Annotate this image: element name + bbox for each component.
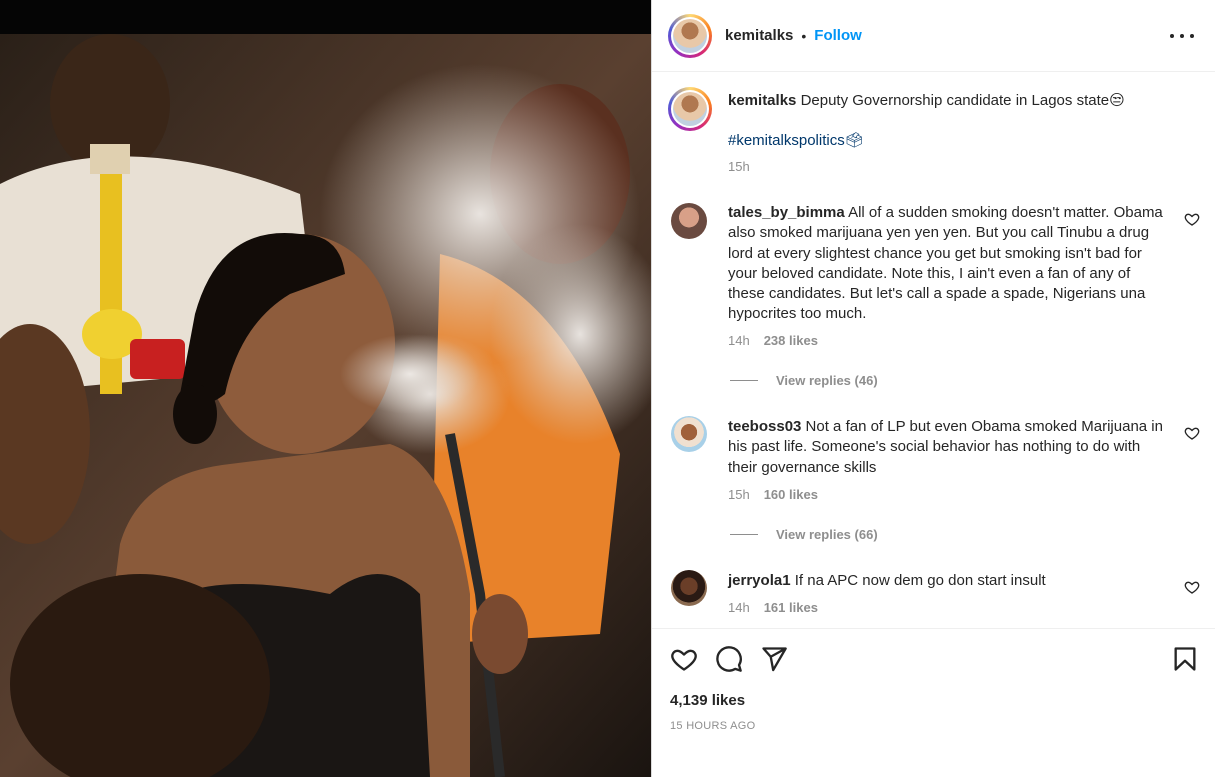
- comment-likes[interactable]: 238 likes: [764, 333, 818, 348]
- separator-dot: •: [801, 27, 807, 44]
- avatar-inner: [671, 17, 709, 55]
- post-header: kemitalks • Follow: [652, 0, 1215, 72]
- view-replies-button[interactable]: View replies (66): [730, 527, 878, 542]
- comment-time: 14h: [728, 600, 750, 615]
- comment-meta: 15h 160 likes: [728, 487, 818, 502]
- commenter-username[interactable]: jerryola1: [728, 572, 791, 589]
- caption-avatar[interactable]: [668, 87, 712, 131]
- comment-like-heart-icon[interactable]: [1184, 211, 1200, 227]
- commenter-avatar[interactable]: [671, 570, 707, 606]
- heart-icon[interactable]: [670, 645, 698, 673]
- comment-likes[interactable]: 160 likes: [764, 487, 818, 502]
- comment-like-heart-icon[interactable]: [1184, 579, 1200, 595]
- comment-icon[interactable]: [715, 645, 743, 673]
- likes-count[interactable]: 4,139 likes: [670, 692, 745, 709]
- post-actions: 4,139 likes 15 HOURS AGO: [652, 628, 1215, 777]
- post-details-panel: kemitalks • Follow kemitalks Deputy Gove…: [651, 0, 1215, 777]
- commenter-username[interactable]: tales_by_bimma: [728, 204, 845, 221]
- dot: [1170, 34, 1174, 38]
- avatar-image: [673, 92, 707, 126]
- view-replies-button[interactable]: View replies (46): [730, 373, 878, 388]
- post-photo: [0, 0, 651, 777]
- photo-top-strip: [0, 0, 651, 34]
- avatar-image: [673, 19, 707, 53]
- post-timestamp: 15 HOURS AGO: [670, 720, 756, 732]
- post-image: [0, 34, 651, 777]
- view-replies-label: View replies (46): [776, 373, 878, 388]
- caption-username[interactable]: kemitalks: [728, 92, 796, 109]
- commenter-avatar[interactable]: [671, 203, 707, 239]
- comment-meta: 14h 238 likes: [728, 333, 818, 348]
- comment-text: teeboss03 Not a fan of LP but even Obama…: [728, 417, 1168, 478]
- comment-likes[interactable]: 161 likes: [764, 600, 818, 615]
- comments-section[interactable]: kemitalks Deputy Governorship candidate …: [652, 73, 1215, 628]
- comment-text: jerryola1 If na APC now dem go don start…: [728, 571, 1168, 591]
- comment-body: All of a sudden smoking doesn't matter. …: [728, 204, 1163, 323]
- author-avatar[interactable]: [668, 14, 712, 58]
- caption-time: 15h: [728, 159, 750, 174]
- paper-plane-icon[interactable]: [760, 645, 788, 673]
- comment-text: tales_by_bimma All of a sudden smoking d…: [728, 203, 1168, 325]
- comment-body: If na APC now dem go don start insult: [794, 572, 1046, 589]
- header-user-row: kemitalks • Follow: [725, 27, 862, 44]
- follow-button[interactable]: Follow: [814, 27, 862, 44]
- more-options-icon[interactable]: [1170, 26, 1194, 46]
- comment-meta: 14h 161 likes: [728, 600, 818, 615]
- post-caption: kemitalks Deputy Governorship candidate …: [728, 91, 1168, 111]
- hashtag-link[interactable]: #kemitalkspolitics🗳: [728, 131, 864, 149]
- caption-text: Deputy Governorship candidate in Lagos s…: [800, 92, 1125, 109]
- view-replies-label: View replies (66): [776, 527, 878, 542]
- replies-line: [730, 380, 758, 381]
- comment-time: 14h: [728, 333, 750, 348]
- comment-time: 15h: [728, 487, 750, 502]
- dot: [1180, 34, 1184, 38]
- comment-like-heart-icon[interactable]: [1184, 425, 1200, 441]
- bookmark-icon[interactable]: [1171, 645, 1199, 673]
- avatar-inner: [671, 90, 709, 128]
- replies-line: [730, 534, 758, 535]
- commenter-avatar[interactable]: [671, 416, 707, 452]
- author-username[interactable]: kemitalks: [725, 27, 793, 44]
- dot: [1190, 34, 1194, 38]
- commenter-username[interactable]: teeboss03: [728, 418, 801, 435]
